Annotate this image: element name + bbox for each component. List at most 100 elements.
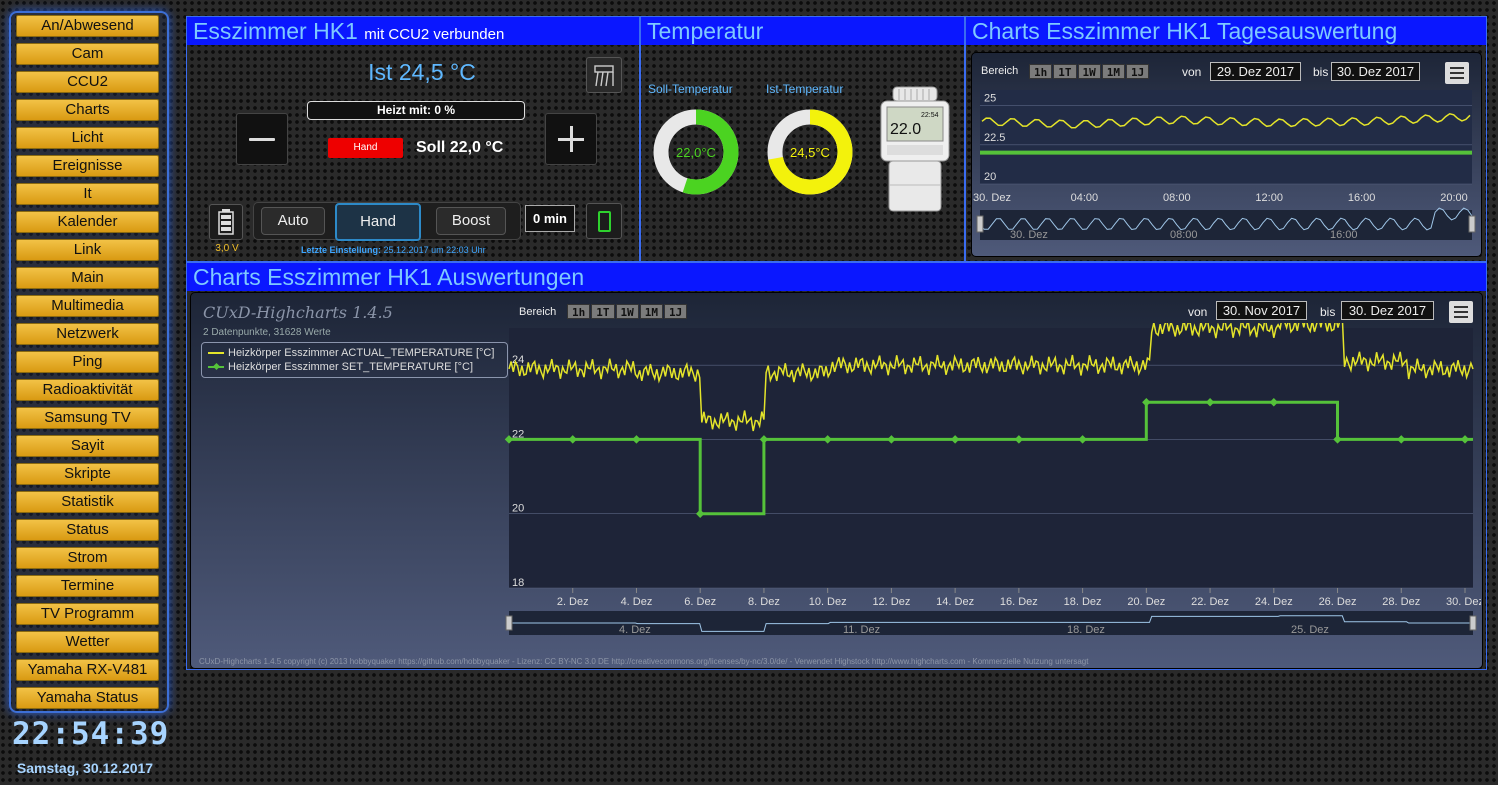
- nav-item[interactable]: Cam: [16, 43, 159, 65]
- day-export-menu-button[interactable]: [1445, 62, 1469, 84]
- main-nav-tick: 11. Dez: [843, 624, 880, 636]
- main-von-input[interactable]: 30. Nov 2017: [1216, 301, 1307, 320]
- main-xtick: 20. Dez: [1127, 596, 1165, 608]
- minus-icon: [249, 138, 275, 141]
- temp-panel: Temperatur Soll-Temperatur Ist-Temperatu…: [640, 16, 965, 262]
- soll-temperature: Soll 22,0 °C: [416, 139, 504, 156]
- day-nav-tick: 08:00: [1170, 229, 1198, 241]
- nav-item[interactable]: Sayit: [16, 435, 159, 457]
- main-navigator-handle-right: [1469, 615, 1477, 631]
- main-plot-bg: [509, 328, 1473, 588]
- main-ytick: 24: [512, 354, 524, 366]
- temp-panel-title: Temperatur: [641, 17, 964, 45]
- nav-item[interactable]: Strom: [16, 547, 159, 569]
- legend-item-set[interactable]: Heizkörper Esszimmer SET_TEMPERATURE [°C…: [208, 361, 473, 373]
- soll-label: Soll-Temperatur: [648, 82, 733, 96]
- main-range-1h[interactable]: 1h: [567, 304, 591, 319]
- nav-item[interactable]: It: [16, 183, 159, 205]
- day-navigator-handle-left: [976, 215, 984, 233]
- nav-item[interactable]: Ping: [16, 351, 159, 373]
- day-range-1h[interactable]: 1h: [1029, 64, 1053, 79]
- mode-auto-button[interactable]: Auto: [261, 207, 325, 235]
- increase-button[interactable]: [545, 113, 597, 165]
- boost-time: 0 min: [525, 205, 575, 232]
- main-range-1t[interactable]: 1T: [591, 304, 615, 319]
- main-xtick: 8. Dez: [748, 596, 780, 608]
- day-range-1t[interactable]: 1T: [1053, 64, 1077, 79]
- hk-subtitle: mit CCU2 verbunden: [364, 26, 505, 43]
- day-range-1w[interactable]: 1W: [1077, 64, 1101, 79]
- mode-hand-button[interactable]: Hand: [335, 203, 421, 241]
- thermostat-time: 22:54: [921, 112, 939, 119]
- nav-item[interactable]: Skripte: [16, 463, 159, 485]
- clock-date: Samstag, 30.12.2017: [16, 760, 154, 776]
- ist-gauge: 24,5°C: [767, 109, 853, 195]
- legend-item-actual[interactable]: Heizkörper Esszimmer ACTUAL_TEMPERATURE …: [208, 347, 494, 359]
- ist-label: Ist-Temperatur: [766, 82, 844, 96]
- nav-item[interactable]: Main: [16, 267, 159, 289]
- nav-item[interactable]: Multimedia: [16, 295, 159, 317]
- hk-panel: Esszimmer HK1 mit CCU2 verbunden Ist 24,…: [186, 16, 640, 262]
- main-bereich-label: Bereich: [519, 306, 557, 318]
- day-range-1j[interactable]: 1J: [1126, 64, 1150, 79]
- nav-item[interactable]: Samsung TV: [16, 407, 159, 429]
- nav-item[interactable]: Status: [16, 519, 159, 541]
- last-setting-label: Letzte Einstellung:: [301, 245, 382, 255]
- day-chart-title: Charts Esszimmer HK1 Tagesauswertung: [966, 17, 1486, 45]
- nav-item[interactable]: Statistik: [16, 491, 159, 513]
- day-xtick: 20:00: [1440, 192, 1468, 204]
- main-range-1w[interactable]: 1W: [615, 304, 639, 319]
- main-xtick: 22. Dez: [1191, 596, 1229, 608]
- legend-actual-label: Heizkörper Esszimmer ACTUAL_TEMPERATURE …: [228, 347, 495, 359]
- nav-item[interactable]: TV Programm: [16, 603, 159, 625]
- main-range-buttons: 1h 1T 1W 1M 1J: [567, 303, 688, 321]
- main-export-menu-button[interactable]: [1449, 301, 1473, 323]
- main-chart: 242220182. Dez 4. Dez 6. Dez 8. Dez 10. Dez 1…: [504, 323, 1481, 636]
- window-icon-button[interactable]: [586, 57, 622, 93]
- day-bis-input[interactable]: 30. Dez 2017: [1331, 62, 1420, 81]
- mode-boost-button[interactable]: Boost: [436, 207, 506, 235]
- main-xtick: 30. Dez: [1446, 596, 1481, 608]
- main-xtick: 26. Dez: [1319, 596, 1357, 608]
- nav-item[interactable]: Netzwerk: [16, 323, 159, 345]
- nav-item[interactable]: Ereignisse: [16, 155, 159, 177]
- main-chart-title: Charts Esszimmer HK1 Auswertungen: [187, 263, 1486, 291]
- nav-item[interactable]: Yamaha RX-V481: [16, 659, 159, 681]
- day-chart: 25 22.5 20 30. Dez 04:00 08:00 12:00 16:00 20:00…: [973, 90, 1476, 241]
- day-range-1m[interactable]: 1M: [1101, 64, 1125, 79]
- gauge-value: 24,5°C: [790, 145, 830, 160]
- day-ytick: 22.5: [984, 132, 1005, 144]
- nav-item[interactable]: An/Abwesend: [16, 15, 159, 37]
- plus-icon-vertical: [570, 126, 573, 152]
- main-xtick: 14. Dez: [936, 596, 974, 608]
- main-bis-label: bis: [1320, 305, 1336, 319]
- nav-item[interactable]: Charts: [16, 99, 159, 121]
- nav-item[interactable]: Link: [16, 239, 159, 261]
- nav-item[interactable]: Wetter: [16, 631, 159, 653]
- last-setting: Letzte Einstellung: 25.12.2017 um 22:03 …: [301, 245, 486, 255]
- legend-actual-line: [208, 352, 224, 355]
- day-nav-tick: 30. Dez: [1010, 229, 1048, 241]
- main-range-1j[interactable]: 1J: [664, 304, 688, 319]
- nav-item[interactable]: Radioaktivität: [16, 379, 159, 401]
- main-range-1m[interactable]: 1M: [639, 304, 663, 319]
- main-von-label: von: [1188, 305, 1208, 319]
- ist-temperature: Ist 24,5 °C: [368, 59, 476, 85]
- decrease-button[interactable]: [236, 113, 288, 165]
- window-status-icon: [586, 203, 622, 239]
- nav-item[interactable]: Yamaha Status: [16, 687, 159, 709]
- main-bis-input[interactable]: 30. Dez 2017: [1341, 301, 1434, 320]
- window-closed-icon: [598, 211, 611, 232]
- day-xtick: 30. Dez: [973, 192, 1011, 204]
- main-xtick: 6. Dez: [684, 596, 716, 608]
- day-range-buttons: 1h 1T 1W 1M 1J: [1029, 63, 1150, 81]
- nav-item[interactable]: Licht: [16, 127, 159, 149]
- mode-badge: Hand: [328, 138, 403, 158]
- clock-time: 22:54:39: [12, 716, 170, 752]
- day-von-input[interactable]: 29. Dez 2017: [1210, 62, 1301, 81]
- nav-item[interactable]: Termine: [16, 575, 159, 597]
- chart-copyright: CUxD-Highcharts 1.4.5 copyright (c) 2013…: [199, 657, 1089, 666]
- nav-item[interactable]: CCU2: [16, 71, 159, 93]
- day-chart-box: Bereich 1h 1T 1W 1M 1J von 29. Dez 2017 bis …: [971, 52, 1482, 257]
- nav-item[interactable]: Kalender: [16, 211, 159, 233]
